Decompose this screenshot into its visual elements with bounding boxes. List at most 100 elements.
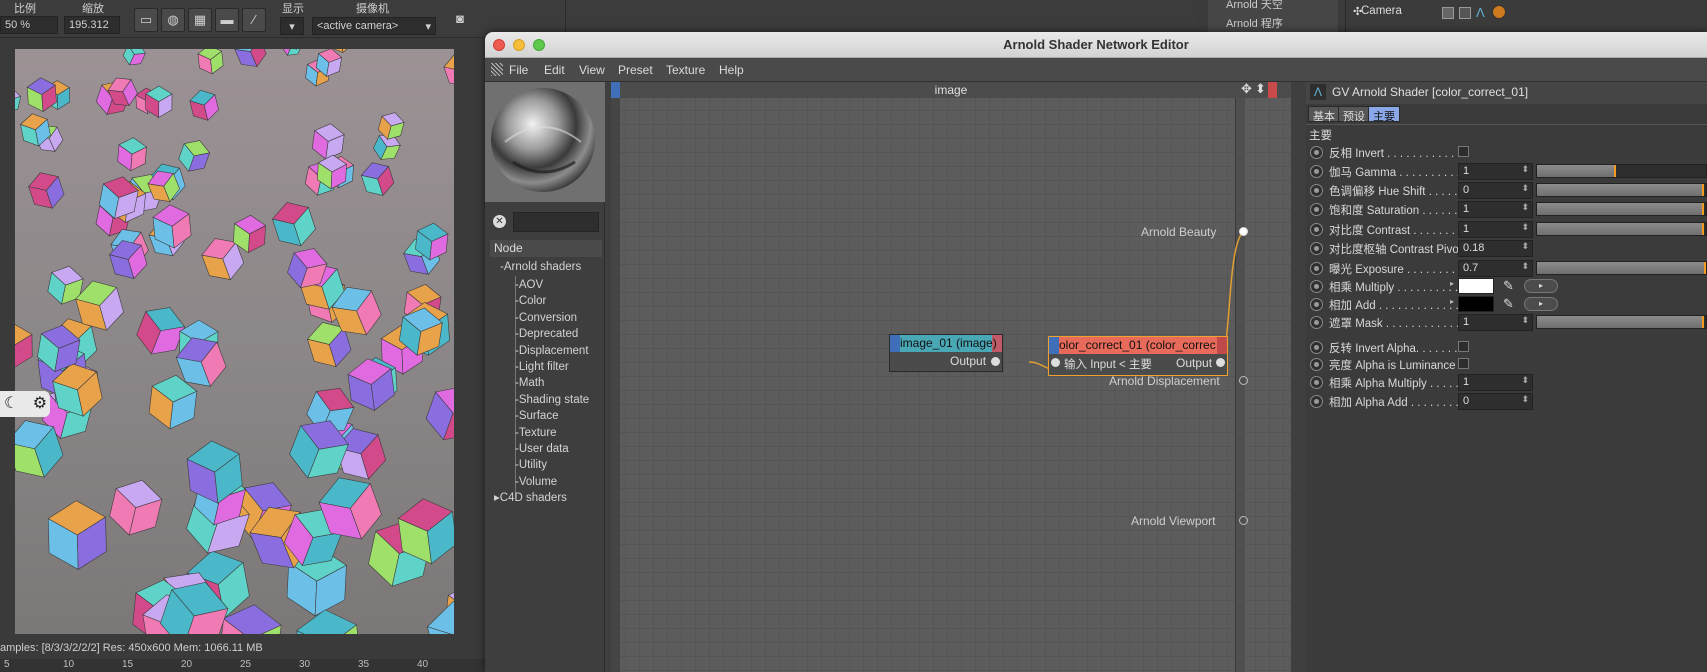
spinner-icon[interactable]: ⬍ <box>1521 241 1529 252</box>
om-camera-label[interactable]: Camera <box>1361 5 1402 17</box>
eyedropper-icon[interactable]: ✎ <box>1503 278 1514 294</box>
tree-item-user-data[interactable]: -User data <box>515 440 569 458</box>
image-node-output-port[interactable] <box>991 357 1000 366</box>
animate-radio-icon[interactable] <box>1310 395 1323 408</box>
globe-icon[interactable]: ◍ <box>161 8 185 32</box>
tree-c4d-shaders[interactable]: ▸C4D shaders <box>494 489 567 507</box>
animate-radio-icon[interactable] <box>1310 146 1323 159</box>
animate-radio-icon[interactable] <box>1310 223 1323 236</box>
expand-arrow-icon[interactable]: ▸ <box>1450 279 1454 288</box>
menu-preset[interactable]: Preset <box>618 63 653 77</box>
color-correct-node[interactable]: olor_correct_01 (color_correct 输入 Input … <box>1048 336 1228 376</box>
attr-value-field[interactable]: 0 ⬍ <box>1458 393 1533 410</box>
viewport-port[interactable] <box>1239 516 1248 525</box>
gear-icon[interactable]: ⚙ <box>33 395 47 412</box>
clear-search-icon[interactable]: ✕ <box>493 215 506 228</box>
tree-item-light-filter[interactable]: -Light filter <box>515 358 569 376</box>
animate-radio-icon[interactable] <box>1310 184 1323 197</box>
attr-value-field[interactable]: 1 ⬍ <box>1458 314 1533 331</box>
image-node[interactable]: image_01 (image) Output <box>889 334 1003 372</box>
spinner-icon[interactable]: ⬍ <box>1521 164 1529 175</box>
animate-radio-icon[interactable] <box>1310 358 1323 371</box>
eyedropper-icon[interactable]: ✎ <box>1503 296 1514 312</box>
spinner-icon[interactable]: ⬍ <box>1521 375 1529 386</box>
spinner-icon[interactable]: ⬍ <box>1521 202 1529 213</box>
om-disable-tag-icon[interactable] <box>1492 5 1506 19</box>
spinner-icon[interactable]: ⬍ <box>1521 315 1529 326</box>
brush-icon[interactable]: ⁄ <box>242 8 266 32</box>
tree-item-shading-state[interactable]: -Shading state <box>515 391 589 409</box>
tree-item-deprecated[interactable]: -Deprecated <box>515 325 578 343</box>
spinner-icon[interactable]: ⬍ <box>1521 222 1529 233</box>
display-icon[interactable]: ▬ <box>215 8 239 32</box>
attr-slider[interactable] <box>1536 261 1707 275</box>
menu-help[interactable]: Help <box>719 63 744 77</box>
tab-basic[interactable]: 基本 <box>1308 106 1340 123</box>
attr-checkbox[interactable] <box>1458 146 1469 157</box>
attr-color-swatch[interactable] <box>1458 278 1494 294</box>
animate-radio-icon[interactable] <box>1310 316 1323 329</box>
menu-file[interactable]: File <box>509 63 528 77</box>
attr-slider[interactable] <box>1536 315 1707 329</box>
tree-item-math[interactable]: -Math <box>515 374 544 392</box>
monitor-icon[interactable]: ▭ <box>134 8 158 32</box>
animate-radio-icon[interactable] <box>1310 165 1323 178</box>
tab-preset[interactable]: 预设 <box>1338 106 1370 123</box>
animate-radio-icon[interactable] <box>1310 376 1323 389</box>
spinner-icon[interactable]: ⬍ <box>1521 183 1529 194</box>
tree-item-surface[interactable]: -Surface <box>515 407 558 425</box>
tree-item-displacement[interactable]: -Displacement <box>515 342 589 360</box>
tree-item-conversion[interactable]: -Conversion <box>515 309 577 327</box>
camera-dropdown[interactable]: <active camera> ▾ <box>312 17 436 35</box>
om-grid-tag-icon[interactable] <box>1459 7 1471 19</box>
cc-node-output-port[interactable] <box>1216 358 1225 367</box>
animate-radio-icon[interactable] <box>1310 341 1323 354</box>
color-options-button[interactable]: ▸ <box>1524 297 1558 311</box>
tree-item-utility[interactable]: -Utility <box>515 456 547 474</box>
attr-value-field[interactable]: 0.18 ⬍ <box>1458 240 1533 257</box>
attr-slider[interactable] <box>1536 183 1707 197</box>
spinner-icon[interactable]: ⬍ <box>1521 394 1529 405</box>
attr-checkbox[interactable] <box>1458 358 1469 369</box>
tab-main[interactable]: 主要 <box>1368 106 1400 123</box>
attr-value-field[interactable]: 0.7 ⬍ <box>1458 260 1533 277</box>
zoom-field[interactable]: 195.312 <box>64 16 120 34</box>
om-arnold-tag-icon[interactable]: Λ <box>1476 5 1485 20</box>
attr-slider[interactable] <box>1536 202 1707 216</box>
attr-value-field[interactable]: 0 ⬍ <box>1458 182 1533 199</box>
search-input[interactable] <box>513 212 599 232</box>
animate-radio-icon[interactable] <box>1310 262 1323 275</box>
attr-value-field[interactable]: 1 ⬍ <box>1458 374 1533 391</box>
animate-radio-icon[interactable] <box>1310 242 1323 255</box>
attr-slider[interactable] <box>1536 222 1707 236</box>
display-dropdown[interactable]: ▾ <box>280 17 304 35</box>
node-canvas[interactable]: image ✥ ⬍ Arnold Beauty Arnold Displacem… <box>611 81 1291 672</box>
grid-icon[interactable]: ▦ <box>188 8 212 32</box>
menu-edit[interactable]: Edit <box>544 63 565 77</box>
scale-field[interactable]: 50 % <box>0 16 58 34</box>
tree-item-texture[interactable]: -Texture <box>515 424 557 442</box>
spinner-icon[interactable]: ⬍ <box>1521 261 1529 272</box>
om-item-procedural[interactable]: Arnold 程序 <box>1226 15 1283 31</box>
expand-arrow-icon[interactable]: ▸ <box>1450 297 1454 306</box>
displacement-port[interactable] <box>1239 376 1248 385</box>
attr-value-field[interactable]: 1 ⬍ <box>1458 221 1533 238</box>
attr-checkbox[interactable] <box>1458 341 1469 352</box>
beauty-port[interactable] <box>1239 227 1248 236</box>
cc-node-input-port[interactable] <box>1051 358 1060 367</box>
attr-slider[interactable] <box>1536 164 1707 178</box>
menu-texture[interactable]: Texture <box>666 63 705 77</box>
tree-arnold-shaders[interactable]: -Arnold shaders <box>500 258 581 276</box>
om-tag-icon[interactable] <box>1442 7 1454 19</box>
animate-radio-icon[interactable] <box>1310 298 1323 311</box>
moon-icon[interactable]: ☾ <box>4 395 18 412</box>
animate-radio-icon[interactable] <box>1310 280 1323 293</box>
tree-item-aov[interactable]: -AOV <box>515 276 543 294</box>
attr-value-field[interactable]: 1 ⬍ <box>1458 201 1533 218</box>
tree-item-color[interactable]: -Color <box>515 292 546 310</box>
attr-color-swatch[interactable] <box>1458 296 1494 312</box>
om-item-sky[interactable]: Arnold 天空 <box>1226 0 1283 12</box>
attr-value-field[interactable]: 1 ⬍ <box>1458 163 1533 180</box>
color-options-button[interactable]: ▸ <box>1524 279 1558 293</box>
menu-view[interactable]: View <box>579 63 605 77</box>
